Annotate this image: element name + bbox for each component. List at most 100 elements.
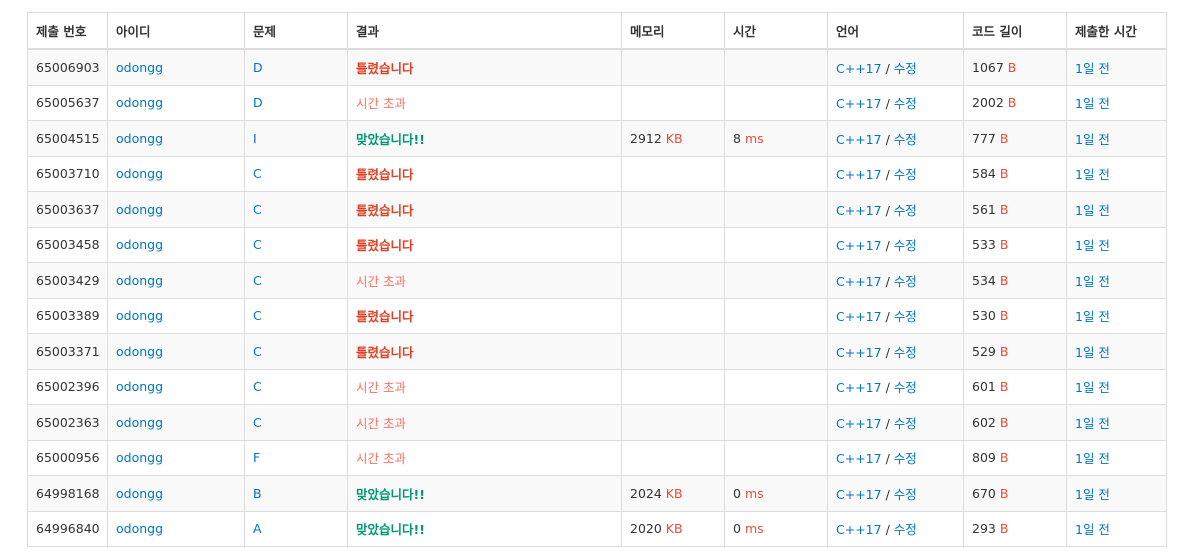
problem-link[interactable]: C xyxy=(253,166,262,181)
memory-value: 2912 xyxy=(630,130,662,146)
edit-link[interactable]: 수정 xyxy=(894,487,917,502)
code-length-cell: 1067 B xyxy=(963,48,1067,86)
submitted-time-link[interactable]: 1일 전 xyxy=(1075,203,1110,218)
language-link[interactable]: C++17 xyxy=(836,203,882,218)
result-text: 시간 초과 xyxy=(356,415,406,431)
submission-id: 65003710 xyxy=(36,166,100,182)
user-link[interactable]: odongg xyxy=(116,450,163,465)
table-header: 제출 번호 아이디 문제 결과 메모리 시간 언어 코드 길이 제출한 시간 xyxy=(27,12,1167,50)
code-length-value: 670 xyxy=(972,485,996,501)
submitted-time-link[interactable]: 1일 전 xyxy=(1075,416,1110,431)
edit-link[interactable]: 수정 xyxy=(894,132,917,147)
edit-link[interactable]: 수정 xyxy=(894,238,917,253)
submission-id: 65006903 xyxy=(36,59,100,75)
submitted-time-link[interactable]: 1일 전 xyxy=(1075,309,1110,324)
language-link[interactable]: C++17 xyxy=(836,522,882,537)
submitted-time-link[interactable]: 1일 전 xyxy=(1075,487,1110,502)
submitted-time-link[interactable]: 1일 전 xyxy=(1075,61,1110,76)
user-link[interactable]: odongg xyxy=(116,486,163,501)
table-row: 64996840 odongg A 맞았습니다!! 2020 KB 0 ms C… xyxy=(27,510,1167,547)
language-link[interactable]: C++17 xyxy=(836,309,882,324)
language-link[interactable]: C++17 xyxy=(836,345,882,360)
submitted-time-cell: 1일 전 xyxy=(1066,297,1167,334)
code-length-unit: B xyxy=(999,379,1009,395)
edit-link[interactable]: 수정 xyxy=(894,203,917,218)
submitted-time-link[interactable]: 1일 전 xyxy=(1075,167,1110,182)
edit-link[interactable]: 수정 xyxy=(894,522,917,537)
problem-link[interactable]: F xyxy=(253,450,260,465)
problem-link[interactable]: C xyxy=(253,237,262,252)
user-link[interactable]: odongg xyxy=(116,60,163,75)
edit-link[interactable]: 수정 xyxy=(894,309,917,324)
user-link[interactable]: odongg xyxy=(116,202,163,217)
submission-id-cell: 64998168 xyxy=(27,475,108,512)
submitted-time-link[interactable]: 1일 전 xyxy=(1075,451,1110,466)
code-length-cell: 529 B xyxy=(963,333,1067,370)
table-row: 64998168 odongg B 맞았습니다!! 2024 KB 0 ms C… xyxy=(27,475,1167,512)
language-link[interactable]: C++17 xyxy=(836,451,882,466)
language-cell: C++17 / 수정 xyxy=(827,510,964,547)
edit-link[interactable]: 수정 xyxy=(894,380,917,395)
result-cell: 맞았습니다!! xyxy=(347,120,622,157)
time-cell xyxy=(724,333,828,370)
problem-link[interactable]: A xyxy=(253,521,262,536)
submitted-time-link[interactable]: 1일 전 xyxy=(1075,345,1110,360)
problem-link[interactable]: C xyxy=(253,202,262,217)
submitted-time-link[interactable]: 1일 전 xyxy=(1075,380,1110,395)
problem-link[interactable]: C xyxy=(253,379,262,394)
code-length-value: 561 xyxy=(972,201,996,217)
language-link[interactable]: C++17 xyxy=(836,238,882,253)
separator: / xyxy=(885,60,890,76)
language-link[interactable]: C++17 xyxy=(836,380,882,395)
header-result: 결과 xyxy=(347,12,622,50)
edit-link[interactable]: 수정 xyxy=(894,167,917,182)
problem-link[interactable]: D xyxy=(253,60,263,75)
code-length-unit: B xyxy=(999,343,1009,359)
user-link[interactable]: odongg xyxy=(116,166,163,181)
edit-link[interactable]: 수정 xyxy=(894,345,917,360)
edit-link[interactable]: 수정 xyxy=(894,416,917,431)
separator: / xyxy=(885,415,890,431)
user-link[interactable]: odongg xyxy=(116,95,163,110)
user-link[interactable]: odongg xyxy=(116,237,163,252)
submitted-time-link[interactable]: 1일 전 xyxy=(1075,96,1110,111)
problem-link[interactable]: I xyxy=(253,131,257,146)
user-link[interactable]: odongg xyxy=(116,379,163,394)
language-link[interactable]: C++17 xyxy=(836,167,882,182)
problem-link[interactable]: C xyxy=(253,344,262,359)
submitted-time-link[interactable]: 1일 전 xyxy=(1075,274,1110,289)
edit-link[interactable]: 수정 xyxy=(894,451,917,466)
language-link[interactable]: C++17 xyxy=(836,274,882,289)
user-link[interactable]: odongg xyxy=(116,521,163,536)
user-link[interactable]: odongg xyxy=(116,415,163,430)
separator: / xyxy=(885,344,890,360)
language-link[interactable]: C++17 xyxy=(836,487,882,502)
memory-unit: KB xyxy=(665,485,683,501)
problem-link[interactable]: D xyxy=(253,95,263,110)
edit-link[interactable]: 수정 xyxy=(894,96,917,111)
result-text: 맞았습니다!! xyxy=(356,522,425,538)
submission-id: 65005637 xyxy=(36,95,100,111)
language-link[interactable]: C++17 xyxy=(836,61,882,76)
problem-link[interactable]: C xyxy=(253,273,262,288)
user-link[interactable]: odongg xyxy=(116,344,163,359)
edit-link[interactable]: 수정 xyxy=(894,274,917,289)
language-link[interactable]: C++17 xyxy=(836,416,882,431)
edit-link[interactable]: 수정 xyxy=(894,61,917,76)
problem-link[interactable]: C xyxy=(253,308,262,323)
result-text: 틀렸습니다 xyxy=(356,167,414,183)
language-link[interactable]: C++17 xyxy=(836,96,882,111)
user-link[interactable]: odongg xyxy=(116,131,163,146)
user-link[interactable]: odongg xyxy=(116,273,163,288)
separator: / xyxy=(885,131,890,147)
result-cell: 시간 초과 xyxy=(347,368,622,405)
code-length-value: 530 xyxy=(972,308,996,324)
language-link[interactable]: C++17 xyxy=(836,132,882,147)
problem-link[interactable]: C xyxy=(253,415,262,430)
user-link[interactable]: odongg xyxy=(116,308,163,323)
time-value: 0 xyxy=(733,485,741,501)
problem-link[interactable]: B xyxy=(253,486,262,501)
submitted-time-link[interactable]: 1일 전 xyxy=(1075,238,1110,253)
submitted-time-link[interactable]: 1일 전 xyxy=(1075,522,1110,537)
submitted-time-link[interactable]: 1일 전 xyxy=(1075,132,1110,147)
